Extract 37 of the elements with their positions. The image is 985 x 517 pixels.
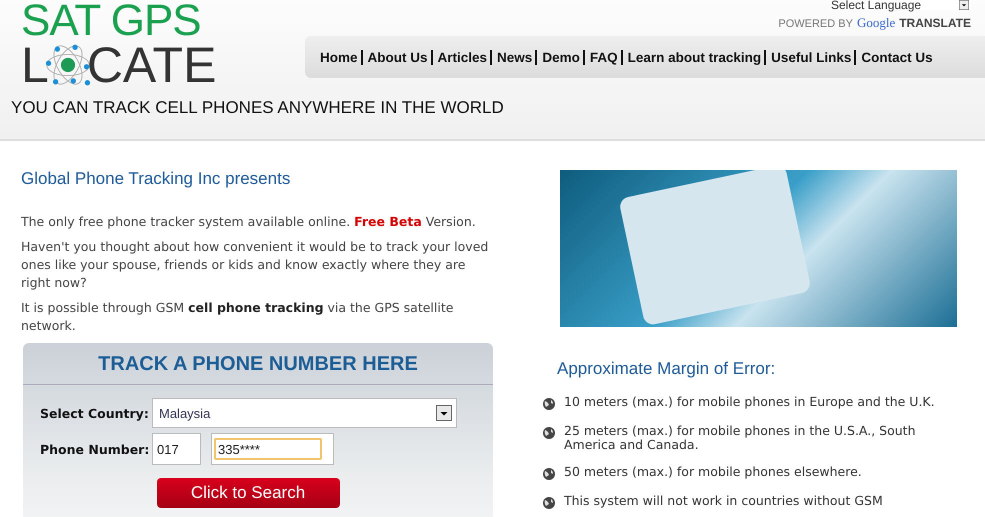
nav-link[interactable]: Contact Us xyxy=(861,50,933,64)
list-item-text: 50 meters (max.) for mobile phones elsewhere. xyxy=(564,465,862,479)
list-item-text: 10 meters (max.) for mobile phones in Europe and the U.K. xyxy=(564,395,935,409)
globe-bullet-icon xyxy=(542,467,556,481)
country-label: Select Country: xyxy=(40,406,150,420)
intro-paragraph: Haven't you thought about how convenient it would be to track your loved ones like your spouse, friends or kids and know exactly where they are right now? xyxy=(21,238,490,292)
nav-link[interactable]: Articles xyxy=(438,50,488,64)
nav-link[interactable]: Useful Links xyxy=(771,50,852,64)
powered-by-text: POWERED BY xyxy=(778,18,853,30)
translate-text: TRANSLATE xyxy=(899,16,971,30)
globe-bullet-icon xyxy=(542,397,556,411)
nav-link[interactable]: Home xyxy=(320,50,358,64)
margin-heading: Approximate Margin of Error: xyxy=(557,359,776,379)
logo-text: SAT GPS xyxy=(21,0,202,42)
globe-bullet-icon xyxy=(542,426,556,440)
country-select[interactable]: Malaysia xyxy=(152,398,457,428)
logo-text: CATE xyxy=(86,42,216,88)
tagline: YOU CAN TRACK CELL PHONES ANYWHERE IN THE WORLD xyxy=(11,98,505,118)
search-button[interactable]: Click to Search xyxy=(156,478,340,508)
intro-paragraph: The only free phone tracker system available online. Free Beta Version. xyxy=(21,213,477,231)
nav-link[interactable]: Learn about tracking xyxy=(628,50,762,64)
nav-link[interactable]: FAQ xyxy=(590,50,618,64)
phone-number-input-field[interactable]: 335**** xyxy=(211,433,334,465)
google-logo-text: Google xyxy=(856,15,896,31)
nav-link[interactable]: Demo xyxy=(542,50,580,64)
logo-text: L xyxy=(21,42,49,88)
language-select[interactable]: Select Language xyxy=(831,0,971,10)
prefix-input-field[interactable]: 017 xyxy=(152,433,201,465)
list-item-text: This system will not work in countries without GSM xyxy=(564,494,883,508)
intro-paragraph: It is possible through GSM cell phone tracking via the GPS satellite network. xyxy=(21,299,454,335)
form-heading: TRACK A PHONE NUMBER HERE xyxy=(23,343,493,385)
globe-bullet-icon xyxy=(542,496,556,510)
nav-link[interactable]: About Us xyxy=(368,50,428,64)
list-item-text: 25 meters (max.) for mobile phones in the U.S.A., South America and Canada. xyxy=(564,424,916,452)
nav-link[interactable]: News xyxy=(497,50,532,64)
phone-label: Phone Number: xyxy=(40,442,150,456)
intro-heading: Global Phone Tracking Inc presents xyxy=(21,169,292,189)
